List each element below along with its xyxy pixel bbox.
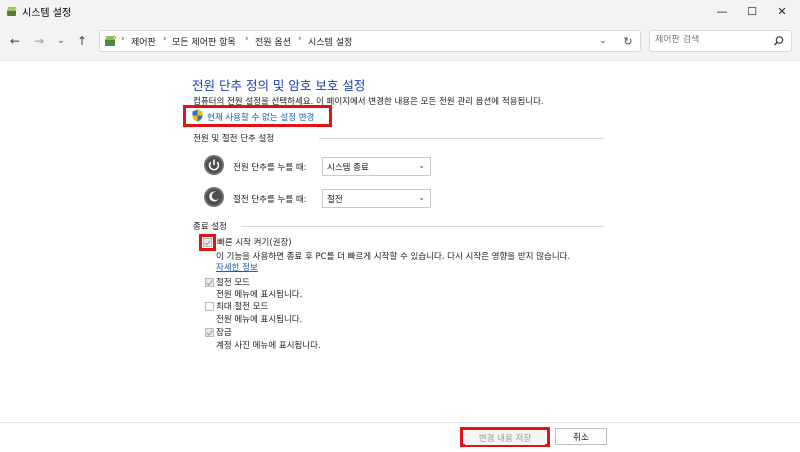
sleep-description: 전원 메뉴에 표시됩니다. (216, 290, 303, 300)
sleep-button-label: 절전 단추를 누를 때: (233, 195, 307, 205)
cancel-button[interactable]: 취소 (555, 428, 607, 445)
up-icon[interactable]: ↑ (73, 32, 91, 50)
breadcrumb-separator: › (298, 34, 302, 44)
hibernate-description: 전원 메뉴에 표시됩니다. (216, 315, 303, 325)
maximize-button[interactable]: ☐ (737, 0, 767, 22)
section-divider (241, 226, 604, 227)
footer-divider (0, 422, 800, 423)
power-button-icon (204, 155, 224, 175)
fast-startup-label: 빠른 시작 켜기(권장) (217, 238, 292, 248)
power-button-label: 전원 단추를 누를 때: (233, 163, 307, 173)
sleep-checkbox[interactable] (205, 278, 214, 287)
chevron-down-icon: ⌄ (418, 161, 425, 170)
page-title: 전원 단추 정의 및 암호 보호 설정 (192, 78, 366, 93)
breadcrumb-item-all-items[interactable]: 모든 제어판 항목 (172, 35, 236, 48)
fast-startup-checkbox[interactable] (203, 238, 212, 247)
uac-shield-icon (192, 109, 203, 122)
refresh-icon[interactable]: ↻ (619, 32, 637, 50)
shutdown-section-heading: 종료 설정 (193, 222, 227, 232)
breadcrumb-separator: › (121, 34, 125, 44)
fast-startup-description: 이 기능을 사용하면 종료 후 PC를 더 빠르게 시작할 수 있습니다. 다시… (216, 252, 571, 262)
section-divider (319, 138, 604, 139)
sleep-button-icon (204, 187, 224, 207)
hibernate-label: 최대 절전 모드 (216, 302, 269, 312)
recent-locations-icon[interactable]: ⌄ (52, 32, 70, 50)
breadcrumb-item-system-settings[interactable]: 시스템 설정 (308, 35, 352, 48)
power-section-heading: 전원 및 절전 단추 설정 (193, 134, 275, 144)
breadcrumb-item-power-options[interactable]: 전원 옵션 (255, 35, 291, 48)
breadcrumb-separator: › (163, 34, 167, 44)
breadcrumb-separator: › (245, 34, 249, 44)
sleep-label: 절전 모드 (216, 278, 250, 288)
lock-label: 잠금 (216, 328, 232, 338)
close-button[interactable]: ✕ (767, 0, 797, 22)
forward-icon[interactable]: → (30, 32, 48, 50)
power-button-action-select[interactable]: 시스템 종료 ⌄ (322, 157, 431, 176)
save-changes-button[interactable]: 변경 내용 저장 (465, 430, 545, 445)
back-icon[interactable]: ← (6, 32, 24, 50)
control-panel-icon (105, 35, 117, 46)
lock-description: 계정 사진 메뉴에 표시됩니다. (216, 341, 321, 351)
title-bar (0, 0, 800, 22)
more-info-link[interactable]: 자세한 정보 (216, 261, 258, 273)
chevron-down-icon: ⌄ (418, 193, 425, 202)
power-button-action-value: 시스템 종료 (327, 162, 369, 173)
sleep-button-action-select[interactable]: 절전 ⌄ (322, 189, 431, 208)
sleep-button-action-value: 절전 (327, 194, 343, 205)
search-input[interactable] (655, 35, 765, 45)
power-options-icon (7, 6, 17, 16)
breadcrumb-item-control-panel[interactable]: 제어판 (131, 35, 156, 48)
hibernate-checkbox[interactable] (205, 302, 214, 311)
minimize-button[interactable]: — (707, 0, 737, 22)
address-dropdown-icon[interactable]: ⌄ (594, 32, 612, 50)
search-icon[interactable] (773, 35, 785, 47)
lock-checkbox[interactable] (205, 328, 214, 337)
window-title: 시스템 설정 (22, 8, 72, 19)
change-unavailable-settings-link[interactable]: 현재 사용할 수 없는 설정 변경 (207, 111, 314, 123)
